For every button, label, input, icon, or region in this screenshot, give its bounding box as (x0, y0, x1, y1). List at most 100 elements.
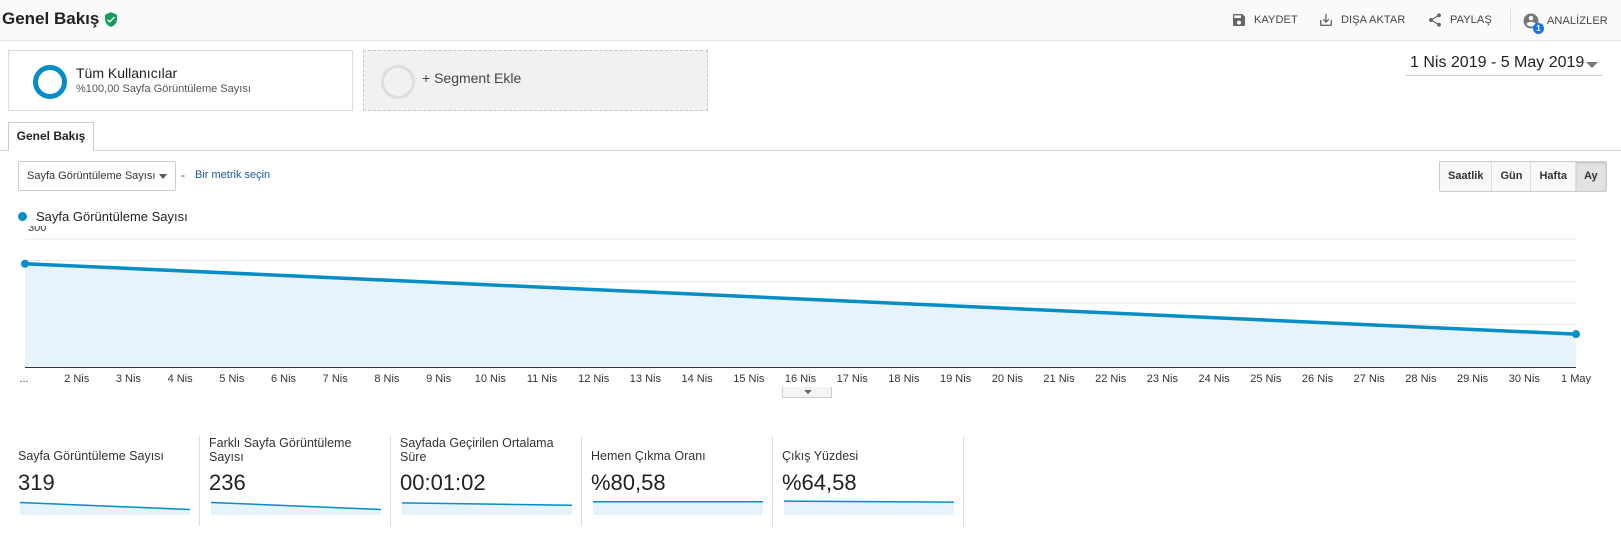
x-tick-label: 1 May (1561, 373, 1591, 384)
x-tick-label: 22 Nis (1095, 373, 1127, 384)
scorecard-label: Çıkış Yüzdesi (782, 449, 859, 463)
scorecard-exit-percentage[interactable]: Çıkış Yüzdesi %64,58 (773, 436, 964, 526)
chevron-down-icon (1586, 62, 1598, 68)
granularity-week-button[interactable]: Hafta (1531, 162, 1576, 191)
scorecard-label: Hemen Çıkma Oranı (591, 449, 706, 463)
export-button[interactable]: DIŞA AKTAR (1318, 12, 1405, 28)
x-tick-label: 16 Nis (785, 373, 817, 384)
scorecard-value: 319 (18, 470, 55, 495)
x-tick-label: 18 Nis (888, 373, 920, 384)
metric-dropdown-value: Sayfa Görüntüleme Sayısı (27, 170, 156, 182)
scorecard-sparkline (784, 500, 954, 515)
x-tick-label: 24 Nis (1199, 373, 1231, 384)
time-granularity-toggle: Saatlik Gün Hafta Ay (1439, 161, 1607, 192)
x-tick-label: 26 Nis (1302, 373, 1334, 384)
x-tick-label: 2 Nis (64, 373, 90, 384)
export-label: DIŞA AKTAR (1341, 14, 1406, 26)
x-tick-label: 17 Nis (837, 373, 869, 384)
legend-series-label: Sayfa Görüntüleme Sayısı (36, 209, 188, 224)
scorecards-row: Sayfa Görüntüleme Sayısı 319 Farklı Sayf… (9, 436, 969, 526)
insights-badge: 1 (1533, 23, 1544, 34)
x-tick-label: 28 Nis (1405, 373, 1437, 384)
x-tick-label: 8 Nis (374, 373, 400, 384)
x-tick-label: 4 Nis (168, 373, 194, 384)
scorecard-sparkline (593, 501, 763, 515)
top-bar: Genel Bakış KAYDET DIŞA AKTAR PAYLAŞ 1 A… (0, 0, 1621, 41)
add-segment-button[interactable]: + Segment Ekle (363, 50, 708, 111)
x-tick-label: 3 Nis (116, 373, 142, 384)
tab-divider (0, 150, 1621, 151)
share-button[interactable]: PAYLAŞ (1427, 12, 1492, 28)
add-segment-label: + Segment Ekle (422, 70, 522, 86)
segment-ring-icon (33, 65, 67, 99)
date-range-text: 1 Nis 2019 - 5 May 2019 (1410, 54, 1585, 71)
x-tick-label: 6 Nis (271, 373, 297, 384)
x-tick-label: 9 Nis (426, 373, 452, 384)
scorecard-value: %64,58 (782, 470, 857, 495)
x-tick-label: 10 Nis (475, 373, 507, 384)
scorecard-unique-pageviews[interactable]: Farklı Sayfa Görüntüleme Sayısı 236 (200, 436, 391, 526)
insights-icon: 1 (1522, 12, 1544, 34)
legend-series-dot (18, 212, 27, 221)
share-icon (1428, 13, 1441, 27)
sparkline-area (784, 501, 954, 515)
x-tick-label: 20 Nis (992, 373, 1024, 384)
segment-subtitle: %100,00 Sayfa Görüntüleme Sayısı (76, 83, 251, 95)
save-icon (1233, 14, 1245, 26)
scorecard-pageviews[interactable]: Sayfa Görüntüleme Sayısı 319 (9, 436, 200, 526)
share-label: PAYLAŞ (1450, 14, 1492, 26)
scorecard-avg-time-on-page[interactable]: Sayfada Geçirilen Ortalama Süre 00:01:02 (391, 436, 582, 526)
series-point (21, 259, 29, 268)
date-range-picker[interactable]: 1 Nis 2019 - 5 May 2019 (1406, 52, 1602, 76)
chart-expand-handle[interactable] (782, 387, 832, 398)
x-tick-label: 30 Nis (1509, 373, 1541, 384)
x-tick-label: 27 Nis (1354, 373, 1386, 384)
scorecard-sparkline (402, 502, 572, 515)
x-tick-label: 11 Nis (527, 373, 558, 384)
sparkline-line (784, 500, 954, 503)
granularity-hourly-button[interactable]: Saatlik (1440, 162, 1493, 191)
save-label: KAYDET (1254, 14, 1298, 26)
scorecard-value: %80,58 (591, 470, 666, 495)
page-title: Genel Bakış (2, 9, 100, 28)
x-tick-label: 19 Nis (940, 373, 972, 384)
scorecard-sparkline (211, 501, 381, 515)
x-tick-label: 29 Nis (1457, 373, 1489, 384)
metric-dropdown[interactable]: Sayfa Görüntüleme Sayısı (18, 161, 176, 191)
pageviews-line-chart: 100200300...2 Nis3 Nis4 Nis5 Nis6 Nis7 N… (19, 226, 1591, 384)
chart-legend: Sayfa Görüntüleme Sayısı (18, 209, 188, 224)
granularity-month-button[interactable]: Ay (1575, 162, 1606, 191)
scorecard-value: 236 (209, 470, 246, 495)
series-point (1572, 330, 1580, 339)
scorecard-label: Sayfada Geçirilen Ortalama Süre (400, 436, 554, 464)
x-tick-label: 5 Nis (219, 373, 245, 384)
x-tick-label: 23 Nis (1147, 373, 1179, 384)
empty-segment-ring-icon (381, 65, 415, 99)
tab-overview[interactable]: Genel Bakış (8, 122, 94, 151)
x-tick-label: 12 Nis (578, 373, 610, 384)
x-tick-label: 25 Nis (1250, 373, 1282, 384)
y-tick-label: 300 (28, 226, 46, 234)
scorecard-value: 00:01:02 (400, 470, 486, 495)
segment-name: Tüm Kullanıcılar (76, 65, 178, 81)
header-divider (1510, 9, 1511, 31)
select-metric-link[interactable]: Bir metrik seçin (195, 169, 270, 181)
scorecard-bounce-rate[interactable]: Hemen Çıkma Oranı %80,58 (582, 436, 773, 526)
granularity-day-button[interactable]: Gün (1492, 162, 1532, 191)
series-area (25, 263, 1576, 367)
x-tick-label: 15 Nis (733, 373, 765, 384)
insights-label: ANALİZLER (1547, 15, 1608, 27)
x-tick-label: 13 Nis (630, 373, 662, 384)
insights-button[interactable]: 1 ANALİZLER (1522, 12, 1608, 34)
sparkline-area (593, 501, 763, 515)
save-button[interactable]: KAYDET (1231, 12, 1298, 28)
verified-shield-icon (105, 12, 117, 27)
metric-separator: - (181, 168, 185, 182)
segment-all-users[interactable]: Tüm Kullanıcılar %100,00 Sayfa Görüntüle… (8, 50, 353, 111)
x-tick-label: 21 Nis (1043, 373, 1075, 384)
scorecard-label: Sayfa Görüntüleme Sayısı (18, 449, 164, 463)
scorecard-label: Farklı Sayfa Görüntüleme Sayısı (209, 436, 352, 464)
download-icon (1320, 14, 1332, 26)
x-tick-label: 7 Nis (323, 373, 349, 384)
scorecard-sparkline (20, 501, 190, 515)
